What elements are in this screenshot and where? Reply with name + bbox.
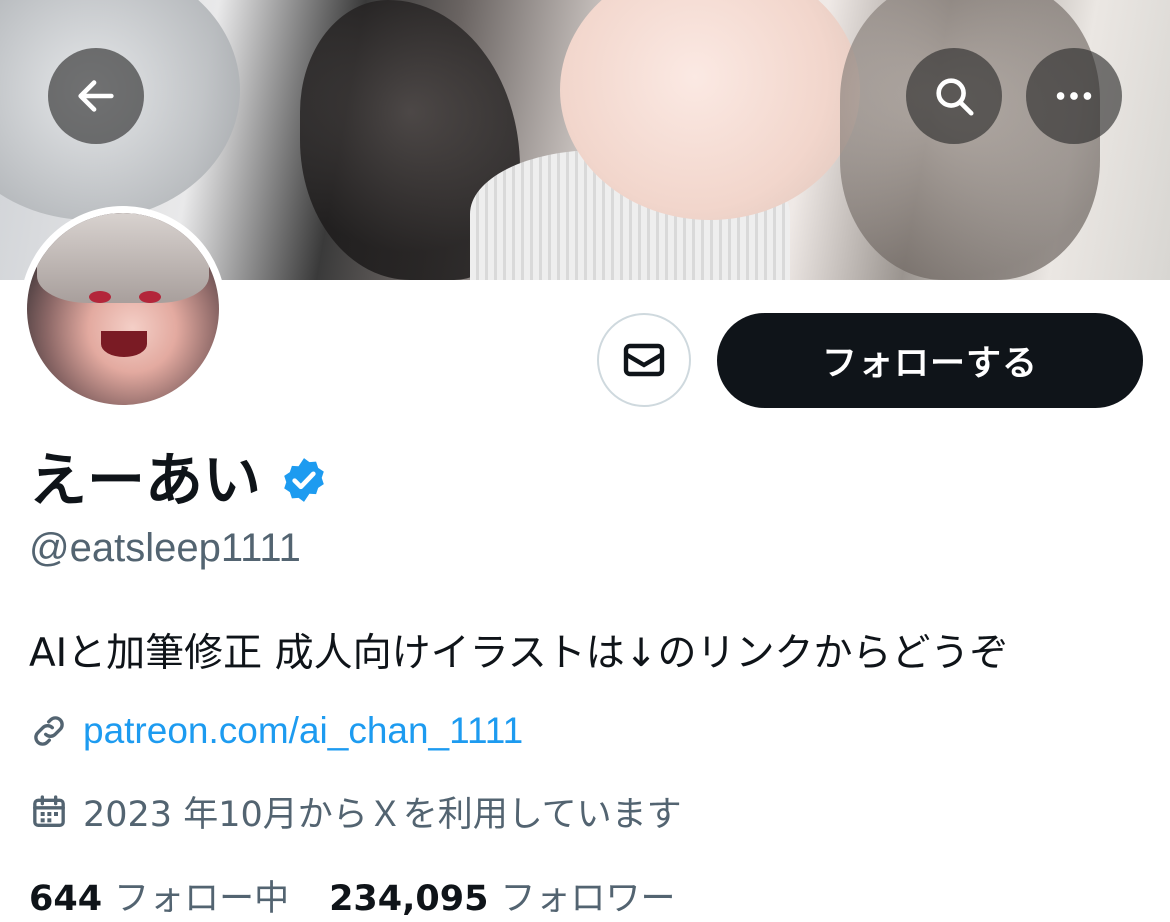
link-icon (34, 716, 64, 746)
calendar-icon (33, 794, 65, 827)
following-count: 644 (29, 879, 103, 919)
profile-name-row: えーあい (29, 444, 329, 516)
following-label: フォロー中 (114, 879, 290, 919)
more-options-button[interactable] (1026, 48, 1122, 144)
mail-icon (623, 343, 665, 377)
profile-bio: AIと加筆修正 成人向けイラストは↓のリンクからどうぞ (29, 631, 1009, 676)
search-button[interactable] (906, 48, 1002, 144)
joined-date-row: 2023 年10月からＸを利用しています (29, 786, 682, 837)
follow-button[interactable]: フォローする (717, 313, 1143, 408)
profile-link-row: patreon.com/ai_chan_1111 (29, 710, 523, 752)
follow-stats: 644 フォロー中 234,095 フォロワー (29, 870, 676, 921)
more-horizontal-icon (1056, 92, 1092, 100)
joined-date: 2023 年10月からＸを利用しています (83, 795, 682, 835)
following-stat[interactable]: 644 フォロー中 (29, 870, 289, 921)
followers-stat[interactable]: 234,095 フォロワー (329, 870, 675, 921)
arrow-left-icon (78, 80, 114, 112)
followers-count: 234,095 (329, 879, 489, 919)
followers-label: フォロワー (500, 879, 676, 919)
profile-website-link[interactable]: patreon.com/ai_chan_1111 (83, 710, 523, 752)
search-icon (936, 78, 974, 116)
message-button[interactable] (597, 313, 691, 407)
back-button[interactable] (48, 48, 144, 144)
avatar[interactable] (20, 206, 226, 412)
verified-badge-icon[interactable] (279, 455, 329, 505)
username-handle: @eatsleep1111 (29, 526, 301, 570)
avatar-image (27, 213, 219, 405)
display-name: えーあい (29, 446, 262, 514)
